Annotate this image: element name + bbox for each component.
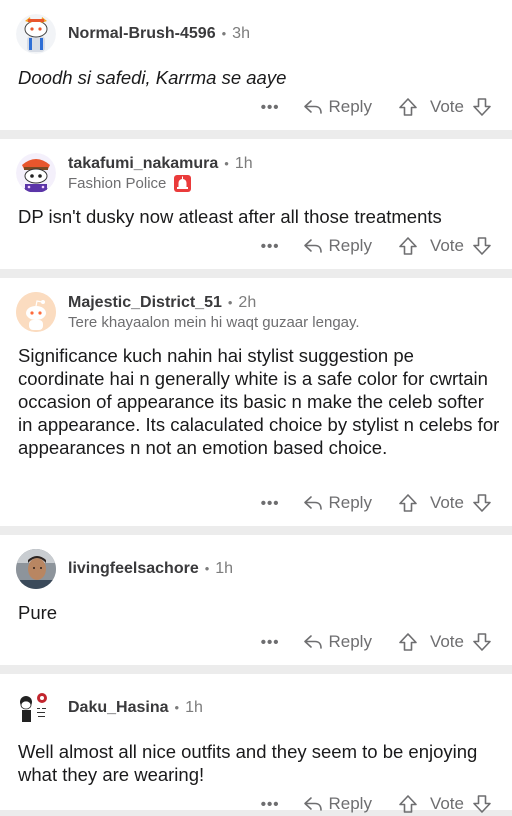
upvote-icon[interactable] [398,794,418,814]
comment-card: Majestic_District_51 • 2h Tere khayaalon… [0,278,512,526]
snoo-avatar-icon[interactable] [16,14,56,54]
reply-label: Reply [328,632,372,651]
vote-count: Vote [429,97,464,116]
comment-age: 1h [185,699,203,716]
comment-card: Normal-Brush-4596 • 3h Doodh si safedi, … [0,0,512,130]
reply-label: Reply [328,97,372,116]
default-snoo-icon[interactable] [16,292,56,332]
snoo-avatar-icon[interactable] [16,153,56,193]
vote-control: Vote [398,236,492,256]
vote-count: Vote [429,794,464,813]
reply-icon [304,100,323,114]
downvote-icon[interactable] [472,236,492,256]
more-options-button[interactable]: ••• [261,495,280,512]
user-flair: Tere khayaalon mein hi waqt guzaar lenga… [68,313,360,332]
vote-count: Vote [429,493,464,512]
comment-card: Daku_Hasina • 1h Well almost all nice ou… [0,674,512,813]
reply-button[interactable]: Reply [303,236,397,256]
username[interactable]: livingfeelsachore [68,559,199,579]
comment-age: 3h [232,25,250,42]
username[interactable]: Daku_Hasina [68,698,169,718]
reply-label: Reply [328,493,372,512]
reply-icon [304,496,323,510]
more-options-button[interactable]: ••• [261,634,280,651]
downvote-icon[interactable] [472,632,492,652]
separator-dot: • [221,26,227,41]
comment-text: Well almost all nice outfits and they se… [18,741,478,785]
siren-icon [174,174,192,192]
vote-control: Vote [398,97,492,117]
reply-icon [304,635,323,649]
more-options-button[interactable]: ••• [261,99,280,116]
reply-icon [304,239,323,253]
comment-text: Doodh si safedi, Karrma se aaye [18,67,287,88]
comment-age: 1h [215,560,234,577]
separator-dot: • [174,700,180,715]
photo-avatar-icon[interactable] [16,549,56,589]
downvote-icon[interactable] [472,493,492,513]
reply-button[interactable]: Reply [303,493,397,513]
username[interactable]: Normal-Brush-4596 [68,24,216,44]
reply-button[interactable]: Reply [303,97,397,117]
vote-control: Vote [398,632,492,652]
reply-label: Reply [328,236,372,255]
flair-text: Tere khayaalon mein hi waqt guzaar lenga… [68,313,360,331]
username[interactable]: Majestic_District_51 [68,293,222,313]
username[interactable]: takafumi_nakamura [68,154,218,174]
vote-count: Vote [429,632,464,651]
vote-control: Vote [398,794,492,814]
reply-button[interactable]: Reply [303,794,397,814]
comment-age: 2h [238,293,257,311]
vote-control: Vote [398,493,492,513]
downvote-icon[interactable] [472,794,492,814]
separator-dot: • [204,561,210,576]
flair-text: Fashion Police [68,174,167,192]
downvote-icon[interactable] [472,97,492,117]
upvote-icon[interactable] [398,632,418,652]
separator-dot: • [224,155,229,171]
reply-label: Reply [328,794,372,813]
upvote-icon[interactable] [398,236,418,256]
reply-icon [304,797,323,811]
upvote-icon[interactable] [398,493,418,513]
vote-count: Vote [429,236,464,255]
comment-age: 1h [234,154,253,172]
user-flair: Fashion Police [68,174,253,193]
comment-card: livingfeelsachore • 1h Pure ••• Reply Vo… [0,535,512,665]
more-options-button[interactable]: ••• [261,238,280,255]
comment-text: DP isn't dusky now atleast after all tho… [18,206,442,227]
comment-text: Pure [18,602,58,623]
upvote-icon[interactable] [398,97,418,117]
comment-card: takafumi_nakamura • 1h Fashion Police DP… [0,139,512,269]
reply-button[interactable]: Reply [303,632,397,652]
snoo-avatar-icon[interactable] [16,688,56,728]
comment-text: Significance kuch nahin hai stylist sugg… [18,345,500,458]
separator-dot: • [227,294,233,310]
